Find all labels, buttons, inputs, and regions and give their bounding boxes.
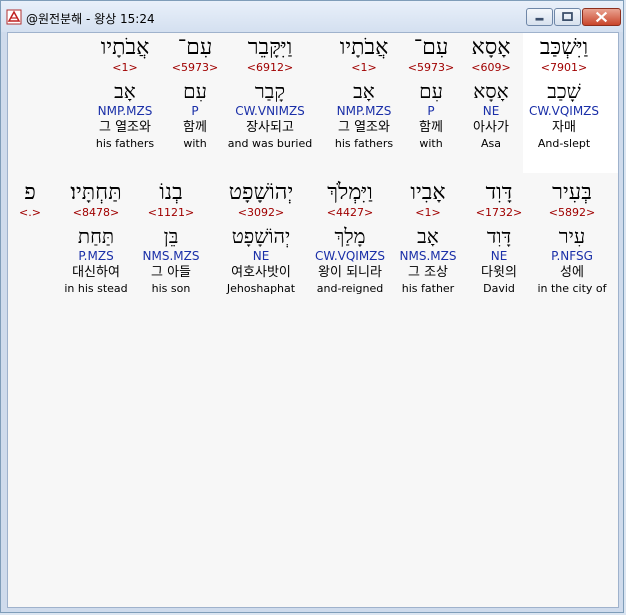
strong-number: <1> xyxy=(351,61,377,74)
morphology-code: NE xyxy=(252,249,270,263)
hebrew-word: יְהוֹשָׁפָט xyxy=(228,180,294,205)
strong-number: <3092> xyxy=(237,206,285,219)
morphology-code: NMP.MZS xyxy=(336,104,392,118)
hebrew-word: אֲבֹתָיו xyxy=(100,35,150,60)
korean-gloss: 그 열조와 xyxy=(338,120,390,135)
morphology-code: NMP.MZS xyxy=(97,104,153,118)
korean-gloss: 그 열조와 xyxy=(99,120,151,135)
word-column[interactable]: וַיִּמְלֹךְ <4427> מָלַךְ CW.VQIMZS 왕이 되니라 an… xyxy=(300,180,400,296)
korean-gloss: 왕이 되니라 xyxy=(318,265,382,280)
english-gloss: Jehoshaphat xyxy=(226,282,296,295)
korean-gloss: 대신하여 xyxy=(72,265,120,280)
lemma-word: יְהוֹשָׁפָט xyxy=(231,224,291,248)
word-column[interactable]: אֲבֹתָיו <1> אָב NMP.MZS 그 열조와 his fathers xyxy=(314,35,414,151)
app-icon xyxy=(6,9,22,25)
title-bar[interactable]: @원전분해 - 왕상 15:24 xyxy=(1,1,623,32)
strong-number: <1> xyxy=(112,61,138,74)
english-gloss: his fathers xyxy=(95,137,155,150)
strong-number: <.> xyxy=(19,206,41,219)
close-button[interactable] xyxy=(582,8,621,26)
maximize-button[interactable] xyxy=(554,8,581,26)
english-gloss: and-reigned xyxy=(316,282,384,295)
word-column[interactable]: פ <.> xyxy=(0,180,80,264)
minimize-button[interactable] xyxy=(526,8,553,26)
strong-number: <4427> xyxy=(326,206,374,219)
analysis-panel: וַיִּשְׁכַּב <7901> שָׁכַב CW.VQIMZS 자매 And-s… xyxy=(7,32,619,608)
hebrew-word: פ xyxy=(24,180,36,205)
english-gloss: his fathers xyxy=(334,137,394,150)
lemma-word: אָב xyxy=(114,79,136,103)
lemma-word: אָב xyxy=(353,79,375,103)
app-window: @원전분해 - 왕상 15:24 וַיִּשְׁכַּב <7901> שָׁכַ… xyxy=(0,0,624,613)
morphology-code: CW.VQIMZS xyxy=(314,249,386,263)
word-column[interactable]: יְהוֹשָׁפָט <3092> יְהוֹשָׁפָט NE 여호사밧이 Jehos… xyxy=(211,180,311,296)
window-title: @원전분해 - 왕상 15:24 xyxy=(26,12,155,26)
lemma-word xyxy=(0,224,80,248)
morphology-code xyxy=(0,248,80,264)
lemma-word: מָלַךְ xyxy=(334,224,366,248)
word-column[interactable]: אֲבֹתָיו <1> אָב NMP.MZS 그 열조와 his fathers xyxy=(75,35,175,151)
korean-gloss: 여호사밧이 xyxy=(231,265,291,280)
hebrew-word: וַיִּמְלֹךְ xyxy=(327,180,373,205)
hebrew-word: אֲבֹתָיו xyxy=(339,35,389,60)
english-gloss: in his stead xyxy=(64,282,128,295)
